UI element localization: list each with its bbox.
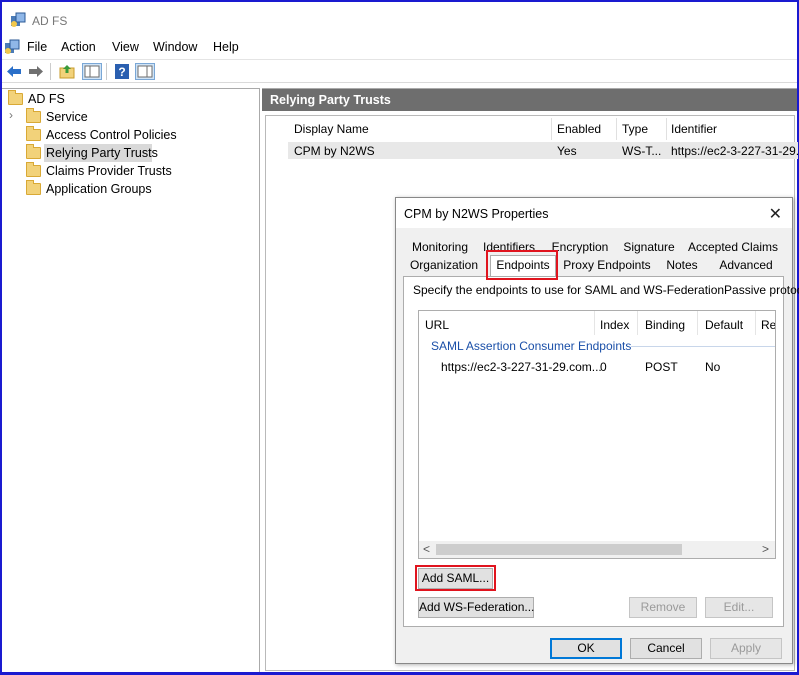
adfs-app-icon	[11, 12, 26, 27]
endpoint-default: No	[705, 360, 721, 374]
menu-window[interactable]: Window	[153, 40, 197, 54]
ok-button[interactable]: OK	[550, 638, 622, 659]
column-header-response-url[interactable]: Re	[761, 318, 775, 332]
tab-organization[interactable]: Organization	[406, 256, 482, 275]
group-divider	[631, 346, 775, 347]
folder-icon	[26, 162, 41, 177]
cancel-button[interactable]: Cancel	[630, 638, 702, 659]
column-separator	[616, 118, 617, 140]
forward-arrow-icon[interactable]	[27, 63, 45, 80]
endpoint-binding: POST	[645, 360, 678, 374]
folder-icon	[26, 144, 41, 159]
column-separator	[755, 311, 756, 335]
cell-enabled: Yes	[557, 144, 577, 158]
dialog-title-bar: CPM by N2WS Properties ✕	[396, 198, 792, 228]
action-pane-icon[interactable]	[135, 63, 155, 80]
toolbar-separator	[50, 63, 51, 80]
menu-bar: File Action View Window Help	[2, 36, 797, 58]
scroll-left-icon[interactable]: <	[423, 542, 430, 556]
folder-icon	[26, 180, 41, 195]
tab-notes[interactable]: Notes	[660, 256, 704, 275]
column-header-type[interactable]: Type	[622, 122, 648, 136]
toolbar-separator	[106, 63, 107, 80]
chevron-right-icon[interactable]: ›	[9, 108, 13, 122]
pane-header: Relying Party Trusts	[262, 89, 797, 111]
column-header-binding[interactable]: Binding	[645, 318, 685, 332]
menu-view[interactable]: View	[112, 40, 139, 54]
tab-accepted-claims[interactable]: Accepted Claims	[688, 238, 778, 257]
scrollbar-thumb[interactable]	[436, 544, 682, 555]
adfs-menu-icon[interactable]	[4, 39, 20, 55]
column-header-default[interactable]: Default	[705, 318, 743, 332]
endpoints-list: URL Index Binding Default Re SAML Assert…	[418, 310, 776, 559]
properties-dialog: CPM by N2WS Properties ✕ Monitoring Iden…	[395, 197, 799, 664]
folder-icon	[8, 90, 23, 105]
close-icon[interactable]: ✕	[769, 204, 782, 224]
group-header-saml-acs: SAML Assertion Consumer Endpoints	[431, 339, 632, 353]
tab-monitoring[interactable]: Monitoring	[408, 238, 472, 257]
column-header-enabled[interactable]: Enabled	[557, 122, 601, 136]
remove-button[interactable]: Remove	[629, 597, 697, 618]
column-separator	[551, 118, 552, 140]
cell-type: WS-T...	[622, 144, 662, 158]
apply-button[interactable]: Apply	[710, 638, 782, 659]
show-hide-tree-icon[interactable]	[82, 63, 102, 80]
column-header-identifier[interactable]: Identifier	[671, 122, 717, 136]
folder-icon	[26, 108, 41, 123]
menu-file[interactable]: File	[27, 40, 47, 54]
dialog-title: CPM by N2WS Properties	[404, 207, 549, 221]
window-title: AD FS	[32, 14, 68, 28]
column-separator	[637, 311, 638, 335]
tab-advanced[interactable]: Advanced	[712, 256, 780, 275]
help-icon[interactable]: ?	[113, 63, 131, 80]
add-saml-highlight	[415, 565, 496, 591]
column-header-display-name[interactable]: Display Name	[294, 122, 369, 136]
menu-help[interactable]: Help	[213, 40, 239, 54]
horizontal-scrollbar[interactable]: < >	[419, 541, 775, 558]
column-separator	[666, 118, 667, 140]
tab-proxy-endpoints[interactable]: Proxy Endpoints	[562, 256, 652, 275]
endpoint-url[interactable]: https://ec2-3-227-31-29.com...	[441, 360, 602, 374]
add-ws-federation-button[interactable]: Add WS-Federation...	[418, 597, 534, 618]
menu-action[interactable]: Action	[61, 40, 96, 54]
edit-button[interactable]: Edit...	[705, 597, 773, 618]
back-arrow-icon[interactable]	[5, 63, 23, 80]
column-separator	[697, 311, 698, 335]
endpoints-tab-highlight	[486, 250, 558, 280]
endpoints-description: Specify the endpoints to use for SAML an…	[413, 283, 799, 297]
endpoint-index: 0	[600, 360, 607, 374]
cell-display-name: CPM by N2WS	[294, 144, 375, 158]
tab-signature[interactable]: Signature	[620, 238, 678, 257]
toolbar: ?	[2, 59, 797, 83]
svg-text:?: ?	[118, 65, 125, 79]
column-separator	[594, 311, 595, 335]
scroll-right-icon[interactable]: >	[762, 542, 769, 556]
console-tree: AD FS › Service Access Control Policies …	[2, 88, 260, 672]
column-header-index[interactable]: Index	[600, 318, 629, 332]
title-bar: AD FS	[2, 2, 797, 35]
folder-icon	[26, 126, 41, 141]
cell-identifier: https://ec2-3-227-31-29.co	[671, 144, 799, 158]
up-folder-icon[interactable]	[58, 63, 76, 80]
column-header-url[interactable]: URL	[425, 318, 449, 332]
